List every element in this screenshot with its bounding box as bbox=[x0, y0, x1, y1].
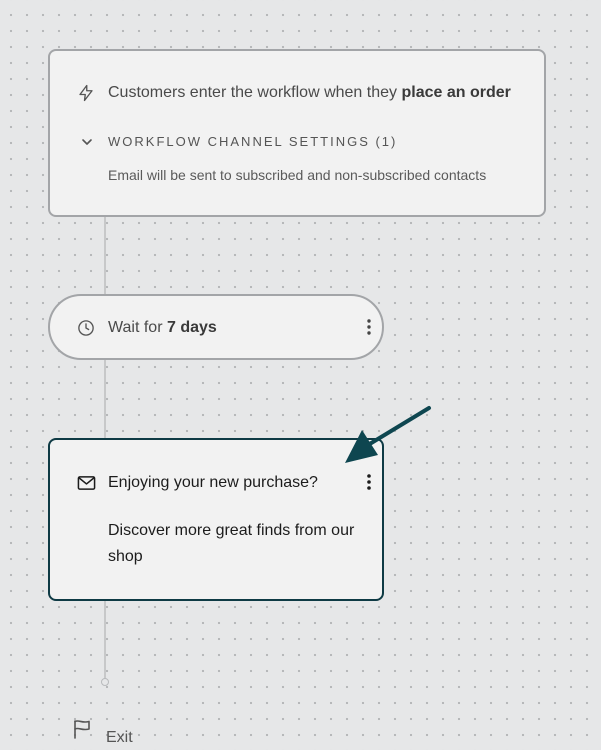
trigger-event: place an order bbox=[401, 84, 511, 101]
email-step-card[interactable]: Enjoying your new purchase? Discover mor… bbox=[48, 438, 384, 601]
connector-line bbox=[104, 359, 106, 439]
trigger-description: Customers enter the workflow when they p… bbox=[108, 84, 511, 102]
wait-step-card[interactable]: Wait for 7 days bbox=[48, 294, 384, 360]
lightning-icon bbox=[76, 83, 96, 103]
channel-settings-label: WORKFLOW CHANNEL SETTINGS (1) bbox=[108, 134, 398, 149]
flag-icon bbox=[72, 718, 92, 740]
wait-duration-text: Wait for 7 days bbox=[108, 319, 217, 337]
email-preview-text: Discover more great finds from our shop bbox=[108, 522, 355, 565]
wait-text-prefix: Wait for bbox=[108, 319, 167, 336]
exit-node[interactable]: Exit bbox=[72, 711, 133, 747]
wait-duration: 7 days bbox=[166, 319, 217, 336]
trigger-text-prefix: Customers enter the workflow when they bbox=[108, 84, 402, 101]
email-step-more-menu-icon[interactable] bbox=[362, 472, 376, 492]
clock-icon bbox=[76, 318, 96, 338]
channel-settings-toggle[interactable]: WORKFLOW CHANNEL SETTINGS (1) bbox=[80, 134, 397, 149]
wait-step-more-menu-icon[interactable] bbox=[362, 317, 376, 337]
channel-settings-description: Email will be sent to subscribed and non… bbox=[108, 167, 487, 183]
exit-label: Exit bbox=[106, 729, 133, 746]
email-subject: Enjoying your new purchase? bbox=[108, 474, 318, 491]
connector-end-dot bbox=[101, 678, 109, 686]
chevron-down-icon bbox=[80, 135, 94, 149]
trigger-card[interactable]: Customers enter the workflow when they p… bbox=[48, 49, 546, 217]
annotation-arrow-icon bbox=[345, 406, 431, 463]
connector-line bbox=[104, 216, 106, 295]
connector-line bbox=[104, 600, 106, 679]
envelope-icon bbox=[76, 473, 96, 493]
